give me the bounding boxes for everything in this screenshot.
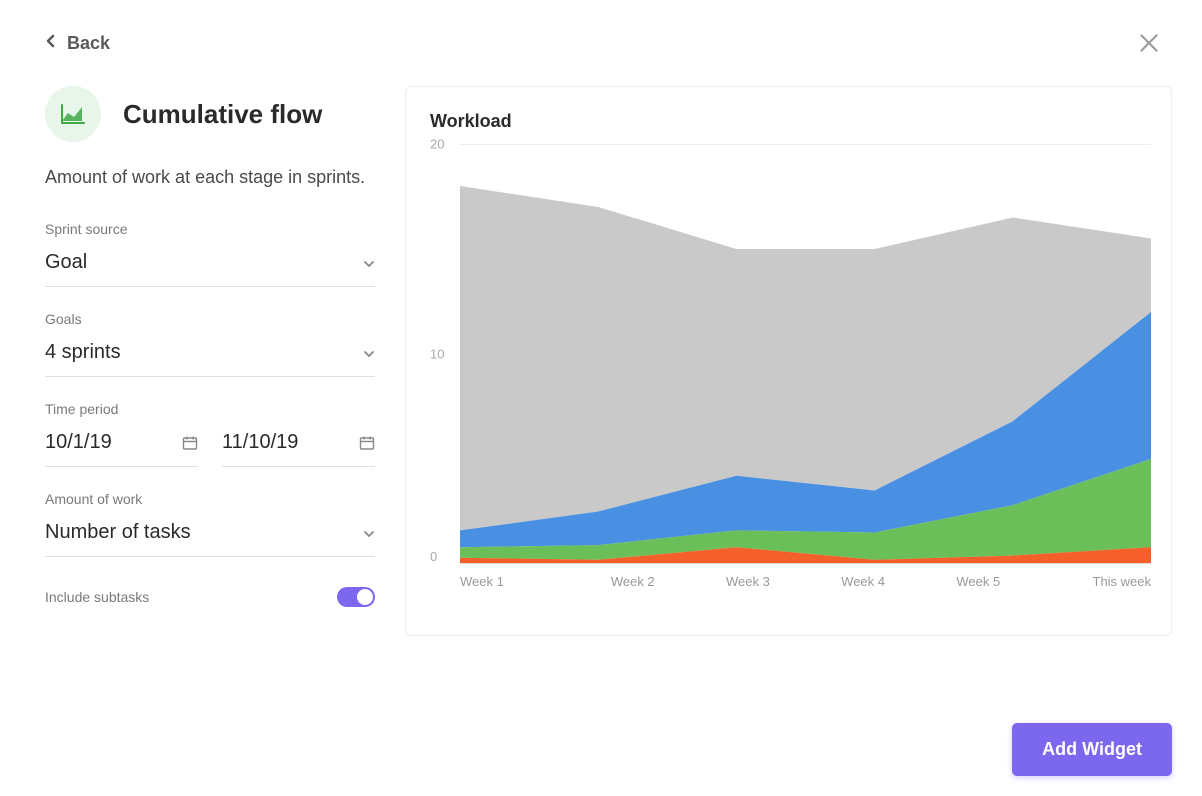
goals-label: Goals	[45, 311, 375, 327]
chevron-left-icon	[45, 34, 55, 53]
time-period-label: Time period	[45, 401, 375, 417]
goals-value: 4 sprints	[45, 341, 121, 364]
goals-select[interactable]: 4 sprints	[45, 335, 375, 377]
page-description: Amount of work at each stage in sprints.	[45, 164, 375, 191]
x-tick: Week 3	[690, 574, 805, 589]
chevron-down-icon	[363, 527, 375, 539]
amount-of-work-label: Amount of work	[45, 491, 375, 507]
start-date-value: 10/1/19	[45, 431, 112, 454]
close-icon[interactable]	[1136, 30, 1162, 56]
sprint-source-value: Goal	[45, 251, 87, 274]
x-tick: Week 2	[575, 574, 690, 589]
chart-title: Workload	[430, 111, 1151, 132]
plot-area	[460, 144, 1151, 564]
config-sidebar: Cumulative flow Amount of work at each s…	[45, 86, 375, 636]
include-subtasks-label: Include subtasks	[45, 589, 149, 605]
cumulative-flow-icon	[45, 86, 101, 142]
chart-panel: Workload 0 10 20 Week 1Week 2Week 3Week 4W…	[405, 86, 1172, 636]
end-date-value: 11/10/19	[222, 431, 298, 454]
back-button[interactable]: Back	[45, 33, 110, 54]
include-subtasks-toggle[interactable]	[337, 587, 375, 607]
area-chart-svg	[460, 144, 1151, 564]
x-axis: Week 1Week 2Week 3Week 4Week 5This week	[460, 574, 1151, 589]
chevron-down-icon	[363, 347, 375, 359]
back-label: Back	[67, 33, 110, 54]
start-date-input[interactable]: 10/1/19	[45, 425, 198, 467]
toggle-knob	[357, 589, 373, 605]
calendar-icon	[359, 435, 375, 451]
calendar-icon	[182, 435, 198, 451]
x-tick: Week 5	[921, 574, 1036, 589]
x-tick: Week 1	[460, 574, 575, 589]
amount-of-work-value: Number of tasks	[45, 521, 191, 544]
sprint-source-label: Sprint source	[45, 221, 375, 237]
amount-of-work-select[interactable]: Number of tasks	[45, 515, 375, 557]
x-tick: This week	[1036, 574, 1151, 589]
page-title: Cumulative flow	[123, 99, 322, 130]
y-axis: 01020	[430, 144, 460, 564]
y-tick: 10	[430, 347, 444, 362]
sprint-source-select[interactable]: Goal	[45, 245, 375, 287]
end-date-input[interactable]: 11/10/19	[222, 425, 375, 467]
add-widget-button[interactable]: Add Widget	[1012, 723, 1172, 776]
y-tick: 0	[430, 549, 437, 564]
chevron-down-icon	[363, 257, 375, 269]
x-tick: Week 4	[806, 574, 921, 589]
y-tick: 20	[430, 137, 444, 152]
